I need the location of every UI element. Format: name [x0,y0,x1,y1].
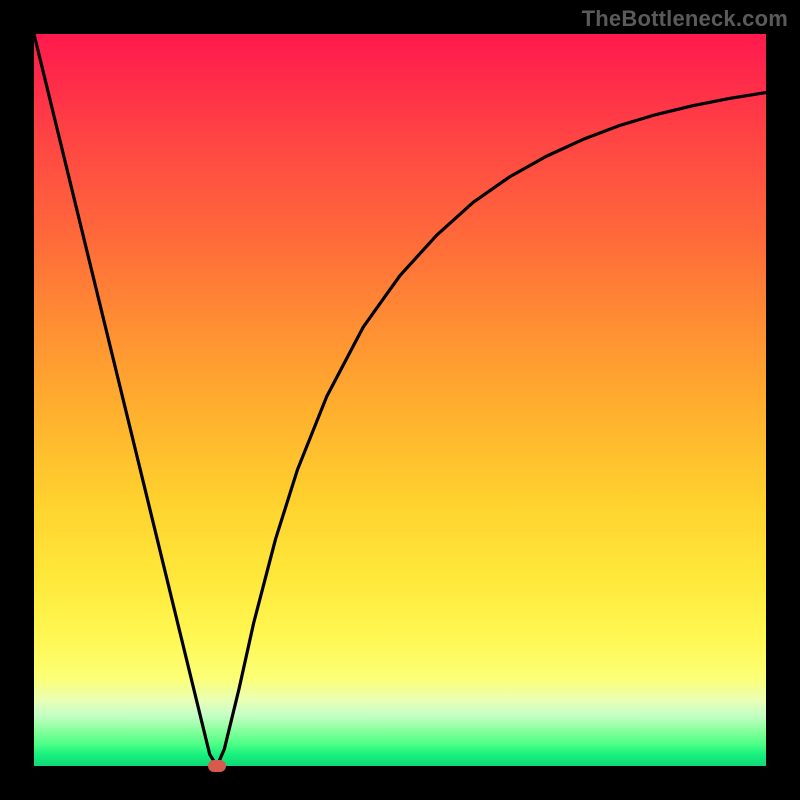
plot-area [34,34,766,766]
chart-frame: TheBottleneck.com [0,0,800,800]
background-gradient [34,34,766,766]
minimum-marker [208,760,226,772]
watermark-text: TheBottleneck.com [582,6,788,32]
